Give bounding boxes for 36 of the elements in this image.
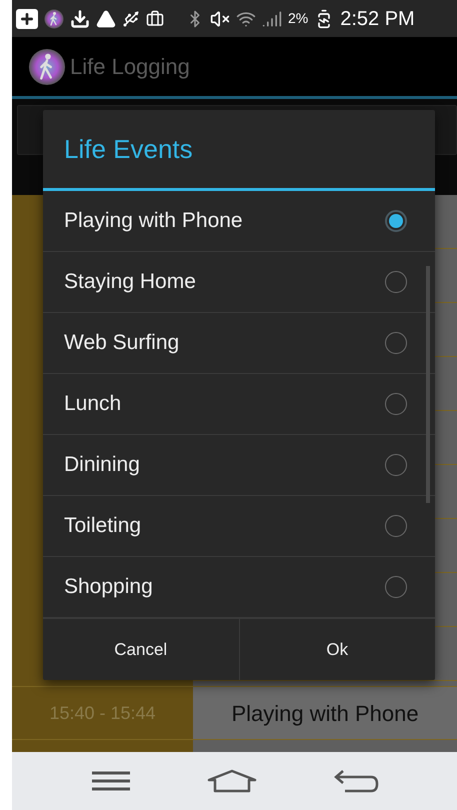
radio-button[interactable]: [385, 271, 407, 293]
briefcase-icon: [146, 10, 164, 28]
muted-volume-icon: [210, 8, 230, 28]
home-icon[interactable]: [207, 769, 258, 793]
option-label: Web Surfing: [64, 330, 180, 356]
walking-figure-logo-icon: [44, 8, 64, 28]
dialog-button[interactable]: Cancel: [43, 619, 238, 680]
radio-button[interactable]: [385, 210, 407, 232]
walking-figure-logo-icon: [28, 48, 66, 86]
dialog-title: Life Events: [64, 132, 193, 166]
usb-icon: [122, 10, 140, 28]
clock: 2:52 PM: [340, 6, 415, 32]
option-row[interactable]: Shopping: [43, 557, 435, 618]
option-label: Playing with Phone: [64, 208, 243, 234]
radio-button[interactable]: [385, 454, 407, 476]
signal-icon: [262, 8, 282, 28]
download-icon: [70, 8, 90, 28]
radio-button[interactable]: [385, 576, 407, 598]
option-row[interactable]: Toileting: [43, 496, 435, 557]
medical-cross-icon: [16, 8, 38, 28]
dialog-button[interactable]: Ok: [238, 619, 435, 680]
option-label: Toileting: [64, 513, 142, 540]
back-icon[interactable]: [333, 769, 380, 793]
app-title: Life Logging: [70, 53, 190, 81]
radio-button[interactable]: [385, 332, 407, 354]
option-label: Dinining: [64, 452, 140, 478]
radio-button[interactable]: [385, 393, 407, 415]
menu-icon[interactable]: [90, 770, 132, 792]
event-name: Playing with Phone: [231, 700, 419, 728]
radio-button[interactable]: [385, 515, 407, 537]
warning-icon: [96, 8, 116, 28]
battery-percent: 2%: [288, 9, 308, 28]
option-label: Shopping: [64, 574, 153, 600]
option-label: Staying Home: [64, 269, 196, 296]
option-row[interactable]: Playing with Phone: [43, 191, 435, 252]
option-label: Lunch: [64, 391, 122, 418]
